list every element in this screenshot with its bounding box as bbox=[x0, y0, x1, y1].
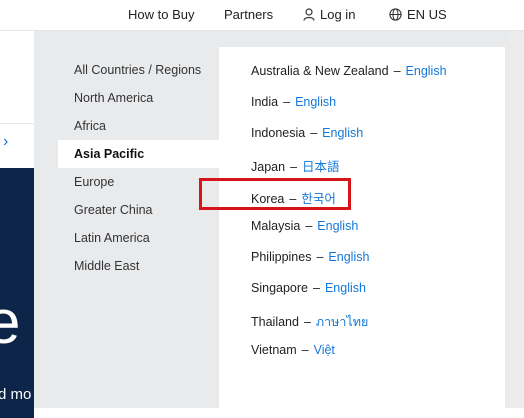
region-greater-china[interactable]: Greater China bbox=[74, 203, 153, 217]
country-list: Australia & New Zealand – English India – En… bbox=[219, 47, 505, 408]
separator: – bbox=[303, 315, 311, 329]
language-link[interactable]: English bbox=[406, 64, 447, 78]
country-item: India – English bbox=[251, 95, 336, 109]
country-item: Malaysia – English bbox=[251, 219, 358, 233]
region-middle-east[interactable]: Middle East bbox=[74, 259, 139, 273]
globe-icon bbox=[389, 8, 402, 21]
login-label: Log in bbox=[320, 7, 356, 22]
separator: – bbox=[283, 95, 291, 109]
country-item: Indonesia – English bbox=[251, 126, 363, 140]
country-name: Singapore bbox=[251, 281, 308, 295]
user-icon bbox=[303, 8, 315, 21]
divider bbox=[0, 123, 34, 124]
language-link[interactable]: 日本語 bbox=[302, 160, 340, 174]
region-dropdown: All Countries / Regions North America Af… bbox=[34, 31, 520, 408]
country-item: Philippines – English bbox=[251, 250, 369, 264]
separator: – bbox=[301, 343, 309, 357]
language-link[interactable]: ภาษาไทย bbox=[316, 315, 368, 329]
country-name: Vietnam bbox=[251, 343, 297, 357]
country-name: Thailand bbox=[251, 315, 299, 329]
country-name: India bbox=[251, 95, 279, 109]
separator: – bbox=[316, 250, 324, 264]
region-asia-pacific[interactable]: Asia Pacific bbox=[58, 140, 219, 168]
country-item: Australia & New Zealand – English bbox=[251, 64, 447, 78]
country-name: Philippines bbox=[251, 250, 312, 264]
region-all-countries[interactable]: All Countries / Regions bbox=[74, 63, 201, 77]
partners-link[interactable]: Partners bbox=[224, 7, 273, 22]
separator: – bbox=[290, 160, 298, 174]
country-item: Singapore – English bbox=[251, 281, 366, 295]
language-label: EN US bbox=[407, 7, 447, 22]
separator: – bbox=[310, 126, 318, 140]
hero-banner: e d mo bbox=[0, 168, 34, 418]
country-name: Japan bbox=[251, 160, 286, 174]
country-item: Japan – 日本語 bbox=[251, 156, 340, 175]
scrollbar[interactable] bbox=[509, 31, 524, 408]
region-latin-america[interactable]: Latin America bbox=[74, 231, 150, 245]
country-name: Australia & New Zealand bbox=[251, 64, 389, 78]
country-item: Vietnam – Việt bbox=[251, 343, 335, 357]
language-link[interactable]: English bbox=[325, 281, 366, 295]
chevron-right-icon[interactable]: › bbox=[3, 133, 8, 151]
country-name: Indonesia bbox=[251, 126, 306, 140]
region-africa[interactable]: Africa bbox=[74, 119, 106, 133]
language-link[interactable]: English bbox=[295, 95, 336, 109]
hero-text-fragment: d mo bbox=[0, 386, 32, 403]
utility-nav: How to Buy Partners Log in EN US bbox=[0, 0, 524, 31]
separator: – bbox=[313, 281, 320, 295]
country-name: Malaysia bbox=[251, 219, 301, 233]
country-item: Thailand – ภาษาไทย bbox=[251, 312, 368, 332]
how-to-buy-link[interactable]: How to Buy bbox=[128, 7, 194, 22]
separator: – bbox=[305, 219, 313, 233]
separator: – bbox=[393, 64, 401, 78]
language-selector[interactable]: EN US bbox=[389, 7, 447, 22]
login-link[interactable]: Log in bbox=[303, 7, 355, 22]
hero-heading-fragment: e bbox=[0, 288, 21, 357]
language-link[interactable]: English bbox=[328, 250, 369, 264]
region-north-america[interactable]: North America bbox=[74, 91, 153, 105]
language-link[interactable]: English bbox=[317, 219, 358, 233]
highlight-box bbox=[199, 178, 351, 210]
language-link[interactable]: Việt bbox=[314, 343, 335, 357]
region-list: All Countries / Regions North America Af… bbox=[34, 31, 219, 408]
region-europe[interactable]: Europe bbox=[74, 175, 114, 189]
language-link[interactable]: English bbox=[322, 126, 363, 140]
